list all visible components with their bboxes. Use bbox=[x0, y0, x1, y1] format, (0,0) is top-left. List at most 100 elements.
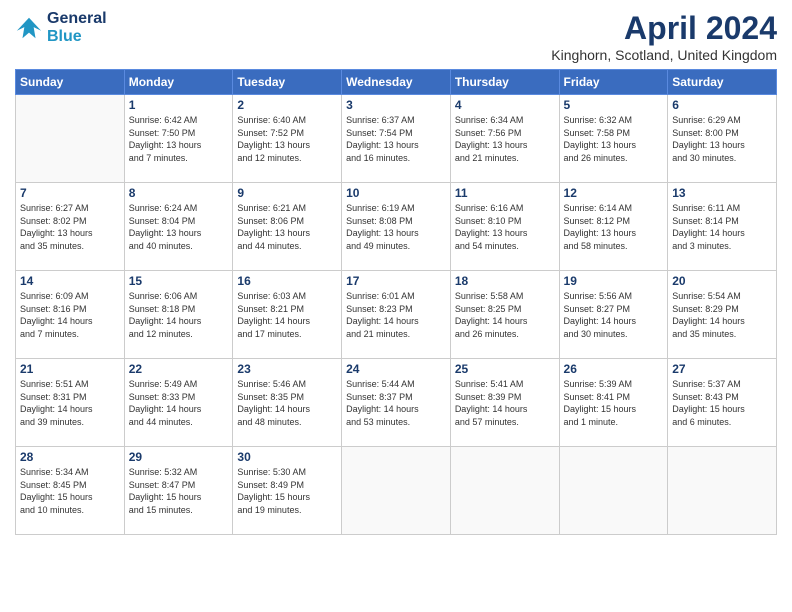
day-info: Sunrise: 6:16 AM Sunset: 8:10 PM Dayligh… bbox=[455, 202, 555, 252]
week-row-2: 7 Sunrise: 6:27 AM Sunset: 8:02 PM Daylig… bbox=[16, 183, 777, 271]
title-block: April 2024 Kinghorn, Scotland, United Ki… bbox=[551, 10, 777, 63]
day-number: 3 bbox=[346, 98, 446, 112]
calendar-cell bbox=[16, 95, 125, 183]
calendar-cell: 18Sunrise: 5:58 AM Sunset: 8:25 PM Dayli… bbox=[450, 271, 559, 359]
day-number: 11 bbox=[455, 186, 555, 200]
week-row-5: 28 Sunrise: 5:34 AM Sunset: 8:45 PM Dayli… bbox=[16, 447, 777, 535]
day-number: 27 bbox=[672, 362, 772, 376]
day-number: 19 bbox=[564, 274, 664, 288]
logo: General Blue bbox=[15, 10, 107, 46]
day-number: 17 bbox=[346, 274, 446, 288]
calendar-cell: 9 Sunrise: 6:21 AM Sunset: 8:06 PM Daylig… bbox=[233, 183, 342, 271]
day-number: 25 bbox=[455, 362, 555, 376]
day-info: Sunrise: 5:41 AM Sunset: 8:39 PM Dayligh… bbox=[455, 378, 555, 428]
day-info: Sunrise: 6:27 AM Sunset: 8:02 PM Dayligh… bbox=[20, 202, 120, 252]
calendar: SundayMondayTuesdayWednesdayThursdayFrid… bbox=[15, 69, 777, 535]
header-thursday: Thursday bbox=[450, 70, 559, 95]
day-info: Sunrise: 5:46 AM Sunset: 8:35 PM Dayligh… bbox=[237, 378, 337, 428]
calendar-cell: 15 Sunrise: 6:06 AM Sunset: 8:18 PM Dayli… bbox=[124, 271, 233, 359]
day-info: Sunrise: 5:30 AM Sunset: 8:49 PM Dayligh… bbox=[237, 466, 337, 516]
calendar-cell: 26Sunrise: 5:39 AM Sunset: 8:41 PM Dayli… bbox=[559, 359, 668, 447]
calendar-cell: 24 Sunrise: 5:44 AM Sunset: 8:37 PM Dayli… bbox=[342, 359, 451, 447]
calendar-cell: 30Sunrise: 5:30 AM Sunset: 8:49 PM Dayli… bbox=[233, 447, 342, 535]
day-number: 21 bbox=[20, 362, 120, 376]
day-number: 22 bbox=[129, 362, 229, 376]
calendar-cell bbox=[559, 447, 668, 535]
day-info: Sunrise: 5:54 AM Sunset: 8:29 PM Dayligh… bbox=[672, 290, 772, 340]
calendar-cell: 3 Sunrise: 6:37 AM Sunset: 7:54 PM Daylig… bbox=[342, 95, 451, 183]
day-info: Sunrise: 5:32 AM Sunset: 8:47 PM Dayligh… bbox=[129, 466, 229, 516]
day-number: 15 bbox=[129, 274, 229, 288]
calendar-cell: 20 Sunrise: 5:54 AM Sunset: 8:29 PM Dayli… bbox=[668, 271, 777, 359]
calendar-cell bbox=[668, 447, 777, 535]
day-info: Sunrise: 5:56 AM Sunset: 8:27 PM Dayligh… bbox=[564, 290, 664, 340]
day-info: Sunrise: 6:11 AM Sunset: 8:14 PM Dayligh… bbox=[672, 202, 772, 252]
day-info: Sunrise: 6:32 AM Sunset: 7:58 PM Dayligh… bbox=[564, 114, 664, 164]
calendar-cell: 7 Sunrise: 6:27 AM Sunset: 8:02 PM Daylig… bbox=[16, 183, 125, 271]
day-info: Sunrise: 5:44 AM Sunset: 8:37 PM Dayligh… bbox=[346, 378, 446, 428]
day-info: Sunrise: 6:29 AM Sunset: 8:00 PM Dayligh… bbox=[672, 114, 772, 164]
day-number: 10 bbox=[346, 186, 446, 200]
day-number: 23 bbox=[237, 362, 337, 376]
day-number: 2 bbox=[237, 98, 337, 112]
logo-text: General Blue bbox=[47, 10, 107, 46]
day-info: Sunrise: 6:21 AM Sunset: 8:06 PM Dayligh… bbox=[237, 202, 337, 252]
calendar-cell: 1 Sunrise: 6:42 AM Sunset: 7:50 PM Daylig… bbox=[124, 95, 233, 183]
day-info: Sunrise: 6:14 AM Sunset: 8:12 PM Dayligh… bbox=[564, 202, 664, 252]
week-row-4: 21 Sunrise: 5:51 AM Sunset: 8:31 PM Dayli… bbox=[16, 359, 777, 447]
day-number: 13 bbox=[672, 186, 772, 200]
day-info: Sunrise: 6:40 AM Sunset: 7:52 PM Dayligh… bbox=[237, 114, 337, 164]
calendar-cell: 4Sunrise: 6:34 AM Sunset: 7:56 PM Daylig… bbox=[450, 95, 559, 183]
header-friday: Friday bbox=[559, 70, 668, 95]
week-row-3: 14 Sunrise: 6:09 AM Sunset: 8:16 PM Dayli… bbox=[16, 271, 777, 359]
day-info: Sunrise: 5:34 AM Sunset: 8:45 PM Dayligh… bbox=[20, 466, 120, 516]
main-title: April 2024 bbox=[551, 10, 777, 47]
day-info: Sunrise: 5:51 AM Sunset: 8:31 PM Dayligh… bbox=[20, 378, 120, 428]
calendar-cell: 25 Sunrise: 5:41 AM Sunset: 8:39 PM Dayli… bbox=[450, 359, 559, 447]
day-info: Sunrise: 6:01 AM Sunset: 8:23 PM Dayligh… bbox=[346, 290, 446, 340]
page: General Blue April 2024 Kinghorn, Scotla… bbox=[0, 0, 792, 612]
day-info: Sunrise: 6:37 AM Sunset: 7:54 PM Dayligh… bbox=[346, 114, 446, 164]
calendar-cell: 27Sunrise: 5:37 AM Sunset: 8:43 PM Dayli… bbox=[668, 359, 777, 447]
calendar-cell: 14 Sunrise: 6:09 AM Sunset: 8:16 PM Dayli… bbox=[16, 271, 125, 359]
header-tuesday: Tuesday bbox=[233, 70, 342, 95]
calendar-cell: 22 Sunrise: 5:49 AM Sunset: 8:33 PM Dayli… bbox=[124, 359, 233, 447]
day-number: 4 bbox=[455, 98, 555, 112]
header-sunday: Sunday bbox=[16, 70, 125, 95]
day-number: 24 bbox=[346, 362, 446, 376]
day-info: Sunrise: 5:49 AM Sunset: 8:33 PM Dayligh… bbox=[129, 378, 229, 428]
day-number: 1 bbox=[129, 98, 229, 112]
day-number: 18 bbox=[455, 274, 555, 288]
calendar-cell: 12Sunrise: 6:14 AM Sunset: 8:12 PM Dayli… bbox=[559, 183, 668, 271]
header-saturday: Saturday bbox=[668, 70, 777, 95]
calendar-cell: 8 Sunrise: 6:24 AM Sunset: 8:04 PM Daylig… bbox=[124, 183, 233, 271]
day-info: Sunrise: 6:06 AM Sunset: 8:18 PM Dayligh… bbox=[129, 290, 229, 340]
day-number: 9 bbox=[237, 186, 337, 200]
day-number: 7 bbox=[20, 186, 120, 200]
header-monday: Monday bbox=[124, 70, 233, 95]
day-number: 29 bbox=[129, 450, 229, 464]
day-info: Sunrise: 6:42 AM Sunset: 7:50 PM Dayligh… bbox=[129, 114, 229, 164]
day-info: Sunrise: 6:24 AM Sunset: 8:04 PM Dayligh… bbox=[129, 202, 229, 252]
day-number: 14 bbox=[20, 274, 120, 288]
logo-icon bbox=[15, 14, 43, 42]
day-number: 28 bbox=[20, 450, 120, 464]
calendar-cell: 5Sunrise: 6:32 AM Sunset: 7:58 PM Daylig… bbox=[559, 95, 668, 183]
calendar-cell: 16 Sunrise: 6:03 AM Sunset: 8:21 PM Dayli… bbox=[233, 271, 342, 359]
day-info: Sunrise: 6:09 AM Sunset: 8:16 PM Dayligh… bbox=[20, 290, 120, 340]
calendar-cell bbox=[342, 447, 451, 535]
subtitle: Kinghorn, Scotland, United Kingdom bbox=[551, 47, 777, 63]
calendar-cell: 28 Sunrise: 5:34 AM Sunset: 8:45 PM Dayli… bbox=[16, 447, 125, 535]
calendar-cell: 23 Sunrise: 5:46 AM Sunset: 8:35 PM Dayli… bbox=[233, 359, 342, 447]
calendar-cell: 17 Sunrise: 6:01 AM Sunset: 8:23 PM Dayli… bbox=[342, 271, 451, 359]
calendar-cell: 11 Sunrise: 6:16 AM Sunset: 8:10 PM Dayli… bbox=[450, 183, 559, 271]
day-number: 16 bbox=[237, 274, 337, 288]
day-info: Sunrise: 6:19 AM Sunset: 8:08 PM Dayligh… bbox=[346, 202, 446, 252]
day-info: Sunrise: 6:03 AM Sunset: 8:21 PM Dayligh… bbox=[237, 290, 337, 340]
calendar-cell: 13 Sunrise: 6:11 AM Sunset: 8:14 PM Dayli… bbox=[668, 183, 777, 271]
day-number: 20 bbox=[672, 274, 772, 288]
calendar-header-row: SundayMondayTuesdayWednesdayThursdayFrid… bbox=[16, 70, 777, 95]
header-wednesday: Wednesday bbox=[342, 70, 451, 95]
calendar-cell: 19 Sunrise: 5:56 AM Sunset: 8:27 PM Dayli… bbox=[559, 271, 668, 359]
day-number: 8 bbox=[129, 186, 229, 200]
